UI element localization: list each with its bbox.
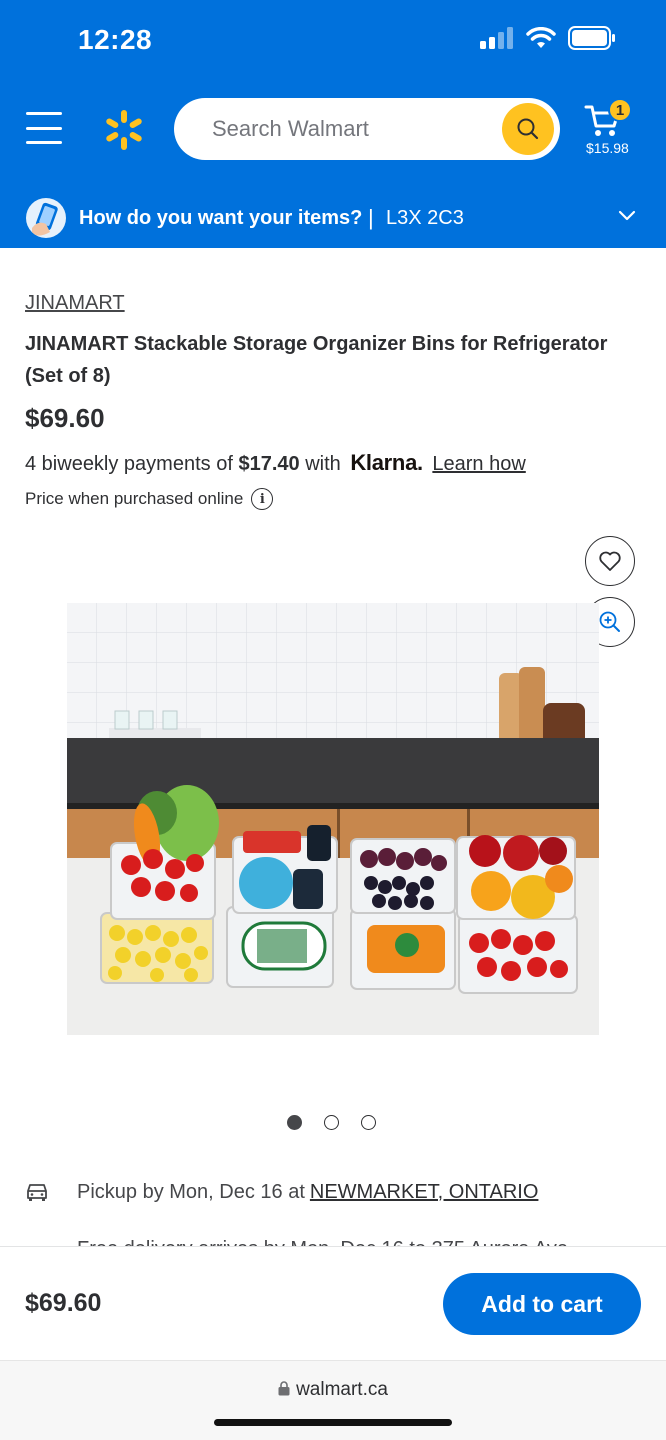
- pickup-info: Pickup by Mon, Dec 16 at NEWMARKET, ONTA…: [25, 1180, 538, 1204]
- klarna-payment-line: 4 biweekly payments of $17.40 with Klarn…: [25, 450, 526, 476]
- product-title: JINAMART Stackable Storage Organizer Bin…: [25, 333, 608, 387]
- carousel-dots: [287, 1115, 376, 1130]
- search-input[interactable]: Search Walmart: [174, 98, 560, 160]
- battery-icon: [568, 26, 615, 50]
- sticky-price: $69.60: [25, 1289, 102, 1317]
- carousel-dot[interactable]: [324, 1115, 339, 1130]
- menu-icon[interactable]: [26, 112, 62, 144]
- status-icons: [480, 26, 616, 50]
- delivery-text: Free delivery arrives by Mon, Dec 16 to …: [77, 1238, 568, 1246]
- car-icon: [27, 1184, 47, 1201]
- product-page: 12:28 Search Walmart 1 $15.98 How do you…: [0, 0, 666, 1440]
- fulfillment-selector[interactable]: How do you want your items? | L3X 2C3: [0, 190, 666, 248]
- zoom-in-icon: [599, 611, 620, 632]
- signal-icon: [480, 27, 513, 49]
- cart-count-badge: 1: [608, 98, 632, 122]
- price-note: Price when purchased online i: [25, 488, 274, 510]
- pickup-location-link[interactable]: NEWMARKET, ONTARIO: [310, 1181, 539, 1204]
- fulfillment-prompt: How do you want your items?: [79, 207, 363, 229]
- app-header: 12:28 Search Walmart 1 $15.98 How do you…: [0, 0, 666, 248]
- brand-link[interactable]: JINAMART: [25, 292, 125, 315]
- pickup-text: Pickup by Mon, Dec 16 at: [77, 1180, 305, 1203]
- url-display: walmart.ca: [0, 1379, 666, 1401]
- wifi-icon: [526, 27, 556, 48]
- favorite-button[interactable]: [585, 536, 635, 586]
- status-time: 12:28: [78, 24, 153, 55]
- delivery-info: Free delivery arrives by Mon, Dec 16 to …: [25, 1238, 645, 1246]
- browser-url-bar[interactable]: walmart.ca: [0, 1360, 666, 1440]
- url-text: walmart.ca: [296, 1379, 388, 1400]
- info-icon[interactable]: i: [251, 488, 274, 510]
- product-price: $69.60: [25, 403, 105, 433]
- learn-how-link[interactable]: Learn how: [432, 453, 525, 475]
- klarna-prefix: 4 biweekly payments of: [25, 453, 233, 475]
- klarna-with: with: [305, 453, 341, 475]
- phone-hand-icon: [26, 198, 66, 238]
- search-icon: [517, 118, 539, 140]
- home-indicator[interactable]: [214, 1419, 452, 1426]
- product-image[interactable]: [67, 603, 599, 1035]
- fulfillment-separator: |: [368, 205, 374, 230]
- sticky-cart-bar: $69.60 Add to cart: [0, 1246, 666, 1360]
- price-note-text: Price when purchased online: [25, 489, 244, 508]
- klarna-amount: $17.40: [238, 453, 300, 475]
- walmart-spark-icon[interactable]: [102, 108, 146, 152]
- cart-total: $15.98: [586, 140, 629, 156]
- lock-icon: [278, 1381, 290, 1396]
- postal-code: L3X 2C3: [386, 207, 464, 229]
- search-placeholder: Search Walmart: [212, 116, 369, 141]
- add-to-cart-button[interactable]: Add to cart: [443, 1273, 641, 1335]
- klarna-logo: Klarna.: [350, 450, 423, 475]
- heart-icon: [599, 551, 621, 571]
- chevron-down-icon: [618, 210, 636, 221]
- carousel-dot[interactable]: [287, 1115, 302, 1130]
- search-button[interactable]: [502, 103, 554, 155]
- carousel-dot[interactable]: [361, 1115, 376, 1130]
